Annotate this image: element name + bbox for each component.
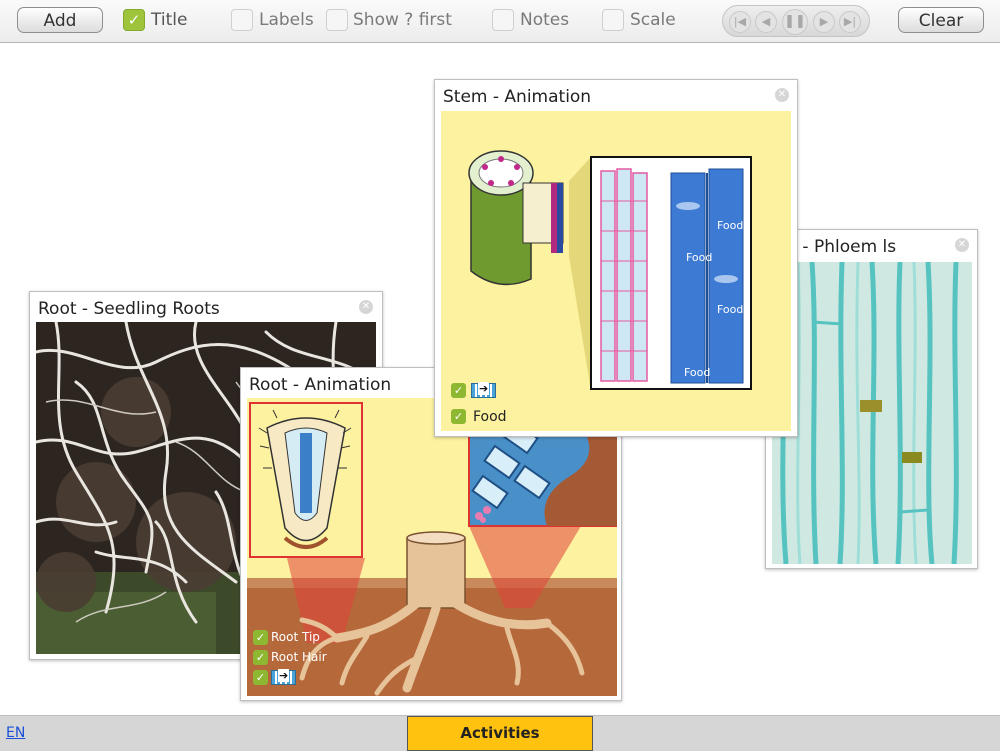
pause-icon[interactable]: ❚❚: [782, 9, 808, 35]
arrow-right-icon: ➔: [478, 382, 490, 395]
notes-checkbox[interactable]: [492, 9, 514, 31]
animation-checkbox[interactable]: ✓: [451, 383, 466, 398]
clear-button[interactable]: Clear: [898, 7, 984, 33]
close-icon[interactable]: ✕: [955, 238, 969, 252]
card-title: Stem - Animation: [443, 87, 592, 107]
root-tip-label: Root Tip: [271, 630, 320, 644]
title-checkbox[interactable]: ✓: [123, 9, 145, 31]
activities-button[interactable]: Activities: [407, 716, 593, 751]
title-checkbox-label: Title: [151, 10, 188, 30]
animation-arrow-button[interactable]: ➔: [271, 669, 296, 685]
root-hair-label: Root Hair: [271, 650, 327, 664]
notes-checkbox-label: Notes: [520, 10, 570, 30]
show-first-checkbox-label: Show ? first: [353, 10, 452, 30]
stem-animation-card[interactable]: Stem - Animation ✕ Food Food Food Food ✓…: [434, 79, 798, 437]
step-back-icon[interactable]: ◀: [755, 11, 777, 33]
skip-forward-icon[interactable]: ▶|: [839, 11, 861, 33]
food-label: Food: [686, 251, 713, 264]
animation-player: |◀ ◀ ❚❚ ▶ ▶|: [722, 5, 870, 37]
animation-checkbox[interactable]: ✓: [253, 670, 268, 685]
root-tip-checkbox[interactable]: ✓: [253, 630, 268, 645]
food-checkbox-label: Food: [473, 409, 507, 425]
close-icon[interactable]: ✕: [359, 300, 373, 314]
food-label: Food: [717, 219, 744, 232]
food-checkbox[interactable]: ✓: [451, 409, 466, 424]
step-forward-icon[interactable]: ▶: [813, 11, 835, 33]
stem-animation-diagram: Food Food Food Food ✓ ➔ ✓ Food: [441, 111, 791, 431]
scale-checkbox[interactable]: [602, 9, 624, 31]
card-title: Root - Animation: [249, 375, 392, 395]
show-first-checkbox[interactable]: [326, 9, 348, 31]
language-link[interactable]: EN: [6, 725, 25, 741]
footer-bar: EN Activities: [0, 715, 1000, 751]
skip-back-icon[interactable]: |◀: [729, 11, 751, 33]
arrow-right-icon: ➔: [278, 669, 290, 682]
animation-arrow-button[interactable]: ➔: [471, 382, 496, 398]
root-animation-diagram: ✓ Root Tip ✓ Root Hair ✓ ➔: [247, 398, 617, 696]
root-hair-checkbox[interactable]: ✓: [253, 650, 268, 665]
scale-checkbox-label: Scale: [630, 10, 676, 30]
food-label: Food: [717, 303, 744, 316]
toolbar: Add ✓ Title Labels Show ? first Notes Sc…: [0, 0, 1000, 43]
labels-checkbox-label: Labels: [259, 10, 314, 30]
card-title: Root - Seedling Roots: [38, 299, 220, 319]
labels-checkbox[interactable]: [231, 9, 253, 31]
add-button[interactable]: Add: [17, 7, 103, 33]
close-icon[interactable]: ✕: [775, 88, 789, 102]
phloem-photo: [772, 262, 972, 564]
food-label: Food: [684, 366, 711, 379]
